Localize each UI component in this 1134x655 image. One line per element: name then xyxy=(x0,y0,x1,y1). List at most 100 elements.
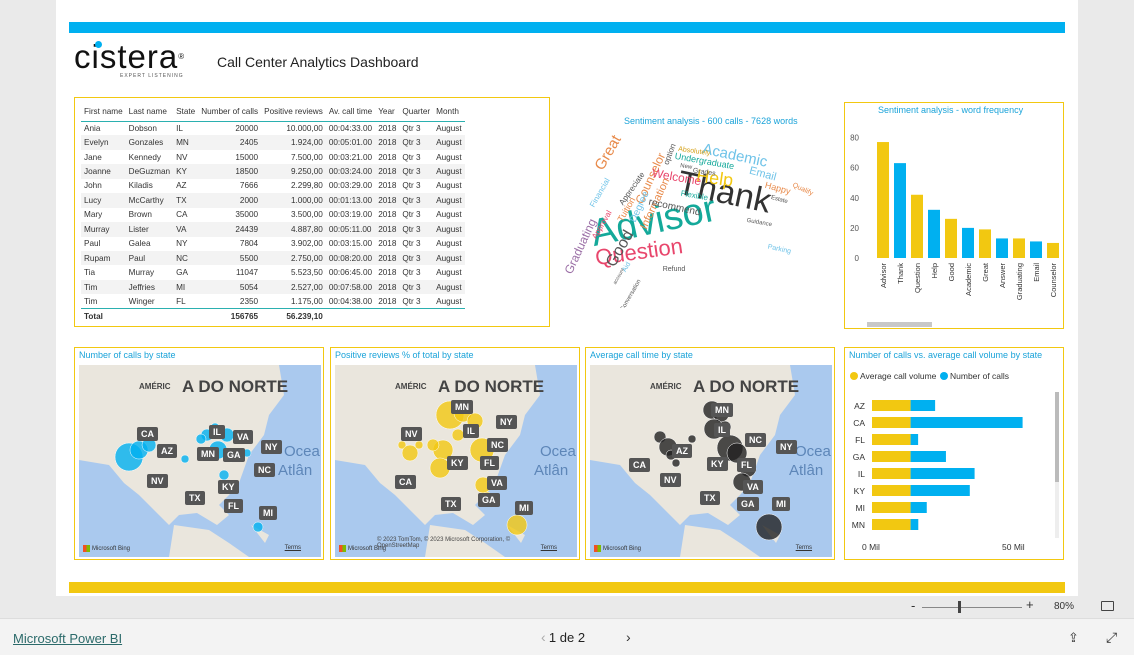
sentiment-wordcloud[interactable]: AdvisorThankQuestionAcademicHelpGoodGrea… xyxy=(554,108,816,308)
freq-x-tick: Counselor xyxy=(1049,262,1058,297)
hbar-bar[interactable] xyxy=(872,468,911,479)
hbar-bar[interactable] xyxy=(872,519,911,530)
table-cell: 35000 xyxy=(235,210,259,220)
land-central-america xyxy=(680,525,760,557)
table-cell: CA xyxy=(176,210,188,220)
zoom-slider-thumb[interactable] xyxy=(958,601,961,613)
share-icon[interactable]: ⇪ xyxy=(1068,630,1079,646)
table-cell: August xyxy=(436,181,462,191)
hbar-bar[interactable] xyxy=(910,519,919,530)
legend-label[interactable]: Number of calls xyxy=(950,371,1009,381)
hbar-bar[interactable] xyxy=(872,417,911,428)
table-row[interactable]: Lucy McCarthy TX 2000 1.000,00 00:01:13.00 201… xyxy=(81,193,465,208)
hbar-bar[interactable] xyxy=(910,451,946,462)
map-canvas[interactable]: AMÉRIC A DO NORTE Ocea Atlân MN IL NC AZ CA KY FL N… xyxy=(590,365,832,557)
table-header-cell[interactable]: Quarter xyxy=(399,102,434,122)
table-row[interactable]: Ania Dobson IL 20000 10.000,00 00:04:33.00 201… xyxy=(81,121,465,135)
calls-by-state-map[interactable]: Number of calls by state AMÉRIC A DO NORTE… xyxy=(74,347,324,560)
freq-bar[interactable] xyxy=(1013,238,1025,258)
table-header-cell[interactable]: Year xyxy=(375,102,400,122)
hbar-bar[interactable] xyxy=(910,502,927,513)
legend-label[interactable]: Average call volume xyxy=(860,371,937,381)
next-page-button[interactable]: › xyxy=(626,629,631,645)
table-row[interactable]: Jane Kennedy NV 15000 7.500,00 00:03:21.00 201… xyxy=(81,150,465,164)
map-bubble[interactable] xyxy=(671,458,681,468)
hbar-bar[interactable] xyxy=(872,502,911,513)
hbar-bar[interactable] xyxy=(910,400,936,411)
zoom-in-button[interactable]: + xyxy=(1026,597,1034,612)
table-row[interactable]: Mary Brown CA 35000 3.500,00 00:03:19.00 2018 Q… xyxy=(81,208,465,222)
freq-bar[interactable] xyxy=(962,227,974,258)
map-bubble[interactable] xyxy=(506,514,528,536)
fit-to-page-icon[interactable] xyxy=(1101,601,1114,611)
map-bubble[interactable] xyxy=(218,469,230,481)
table-row[interactable]: Evelyn Gonzales MN 2405 1.924,00 00:05:01.00 2… xyxy=(81,135,465,150)
table-header-cell[interactable]: Av. call time xyxy=(325,102,376,122)
map-state-label: VA xyxy=(487,476,507,490)
word-frequency-chart: 0 20 40 60 80 Advisor Thank Question Help Good Aca… xyxy=(850,134,1059,327)
calls-vs-volume-visual[interactable]: Number of calls vs. average call volume … xyxy=(844,347,1064,560)
table-row[interactable]: Paul Galea NY 7804 3.902,00 00:03:15.00 2018 Qt… xyxy=(81,237,465,251)
zoom-level: 80% xyxy=(1054,601,1075,612)
freq-bar[interactable] xyxy=(996,238,1008,258)
freq-scrollbar[interactable] xyxy=(867,322,932,327)
map-label-ocean-a: Ocea xyxy=(284,443,321,460)
agents-table-visual[interactable]: First name Last name State Number of calls P… xyxy=(74,97,550,327)
hbar-bar[interactable] xyxy=(872,434,911,445)
map-bubble[interactable] xyxy=(180,454,190,464)
freq-bar[interactable] xyxy=(1030,241,1042,258)
map-state-label: GA xyxy=(223,448,245,462)
freq-bar[interactable] xyxy=(911,194,923,258)
freq-bar[interactable] xyxy=(979,229,991,258)
map-bubble[interactable] xyxy=(401,444,419,462)
fullscreen-icon[interactable]: ⤢ xyxy=(1106,629,1117,646)
map-bubble[interactable] xyxy=(426,438,440,452)
table-row[interactable]: Rupam Paul NC 5500 2.750,00 00:08:20.00 2018 Qt… xyxy=(81,250,465,266)
table-header-cell[interactable]: State xyxy=(173,102,199,122)
hbar-scroll-thumb[interactable] xyxy=(1055,392,1059,482)
map-bubble[interactable] xyxy=(252,521,264,533)
map-terms-link[interactable]: Terms xyxy=(541,545,557,551)
table-row[interactable]: Joanne DeGuzman KY 18500 9.250,00 00:03:24.00… xyxy=(81,164,465,179)
map-terms-link[interactable]: Terms xyxy=(796,545,812,551)
hbar-bar[interactable] xyxy=(872,451,911,462)
freq-bar[interactable] xyxy=(877,142,889,258)
hbar-bar[interactable] xyxy=(872,400,911,411)
table-header-cell[interactable]: Last name xyxy=(125,102,174,122)
hbar-bar[interactable] xyxy=(910,468,975,479)
call-time-by-state-map[interactable]: Average call time by state AMÉRIC A DO NOR… xyxy=(585,347,835,560)
table-row[interactable]: Tim Winger FL 2350 1.175,00 00:04:38.00 2018 Qt… xyxy=(81,294,465,308)
zoom-slider-track[interactable] xyxy=(922,607,1022,608)
hbar-bar[interactable] xyxy=(910,485,970,496)
table-header-cell[interactable]: Number of calls xyxy=(198,102,262,122)
map-bubble[interactable] xyxy=(755,513,783,541)
map-terms-link[interactable]: Terms xyxy=(285,545,301,551)
table-cell: Qtr 3 xyxy=(402,239,421,249)
freq-bar[interactable] xyxy=(1047,242,1059,258)
table-cell: August xyxy=(436,210,462,220)
table-cell: DeGuzman xyxy=(125,164,174,179)
map-bubble[interactable] xyxy=(195,433,207,445)
freq-bar[interactable] xyxy=(928,209,940,258)
table-cell: 00:03:24.00 xyxy=(325,164,376,179)
word-frequency-visual[interactable]: Sentiment analysis - word frequency 0 20 4… xyxy=(844,102,1064,329)
table-header-cell[interactable]: Positive reviews xyxy=(261,102,326,122)
table-header-cell[interactable]: Month xyxy=(433,102,465,122)
freq-bar[interactable] xyxy=(894,163,906,258)
table-header-cell[interactable]: First name xyxy=(81,102,126,122)
map-bubble[interactable] xyxy=(687,434,697,444)
map-canvas[interactable]: AMÉRIC A DO NORTE Ocea Atlân MN NY IL NV NC KY FL C… xyxy=(335,365,577,557)
zoom-out-button[interactable]: - xyxy=(911,598,915,613)
hbar-bar[interactable] xyxy=(910,434,919,445)
hbar-bar[interactable] xyxy=(872,485,911,496)
map-canvas[interactable]: AMÉRIC A DO NORTE Ocea Atlân CA AZ NV IL VA MN GA N… xyxy=(79,365,321,557)
table-cell: Qtr 3 xyxy=(402,152,421,162)
table-row[interactable]: Murray Lister VA 24439 4.887,80 00:05:11.00 20… xyxy=(81,222,465,237)
table-row[interactable]: Tim Jeffries MI 5054 2.527,00 00:07:58.00 2018… xyxy=(81,279,465,295)
table-row[interactable]: Tia Murray GA 11047 5.523,50 00:06:45.00 2018 Q… xyxy=(81,265,465,279)
hbar-bar[interactable] xyxy=(910,417,1023,428)
freq-bar[interactable] xyxy=(945,218,957,258)
table-total-cell xyxy=(173,308,199,325)
table-row[interactable]: John Kiladis AZ 7666 2.299,80 00:03:29.00 2018… xyxy=(81,179,465,193)
reviews-by-state-map[interactable]: Positive reviews % of total by state AMÉR… xyxy=(330,347,580,560)
